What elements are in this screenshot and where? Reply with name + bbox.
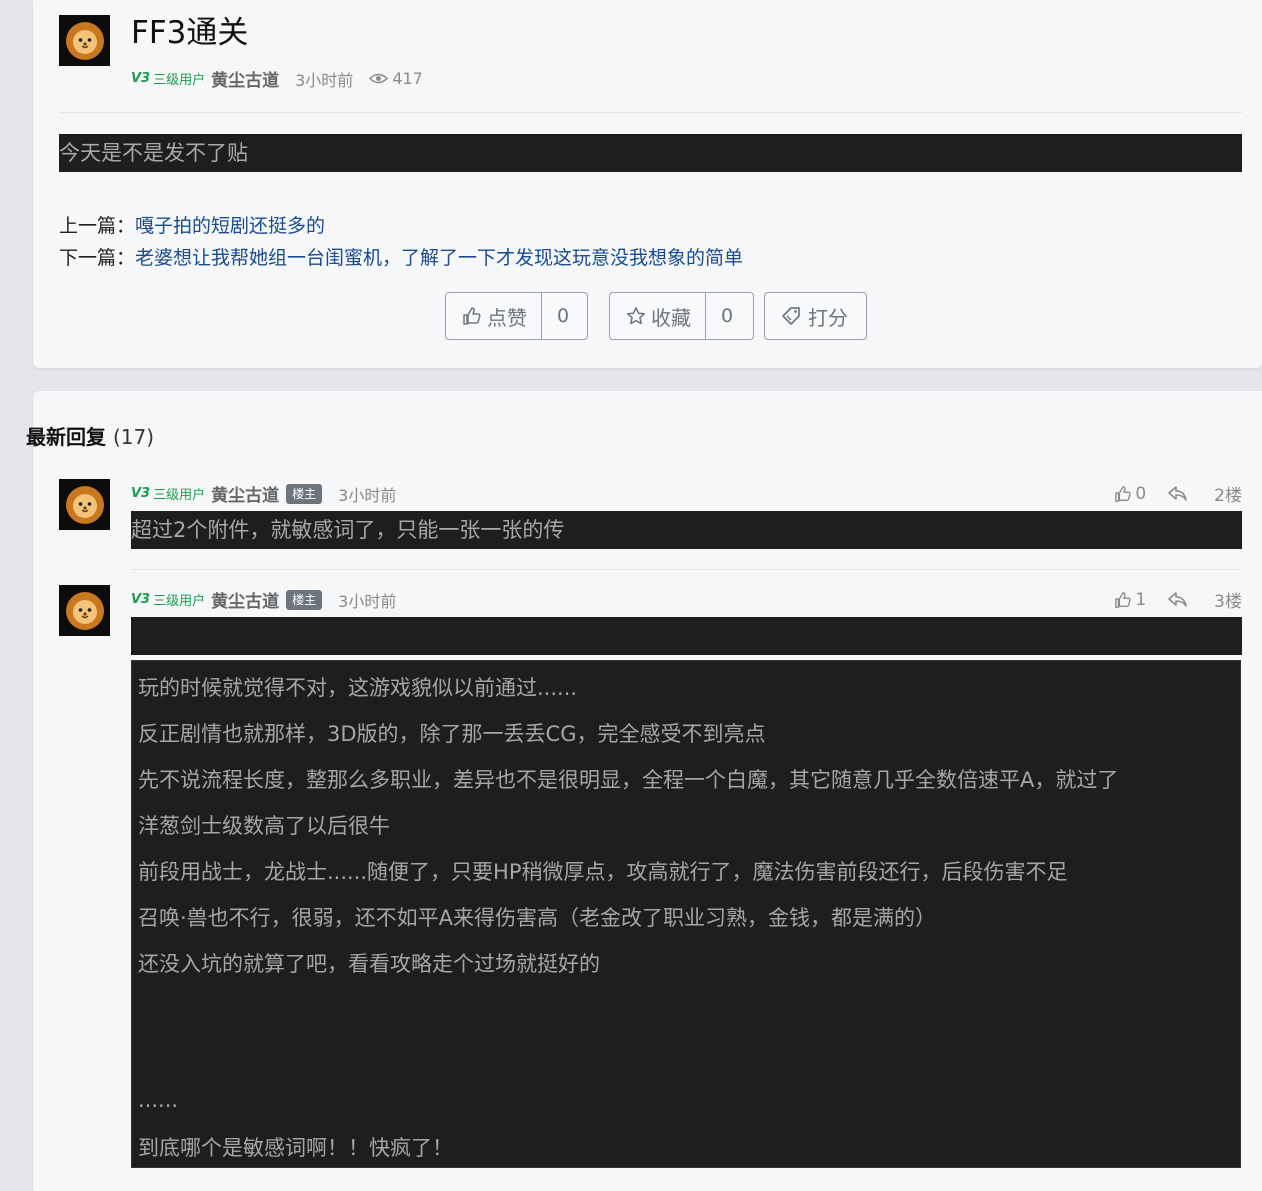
reply-avatar[interactable]: [59, 479, 110, 530]
quote-line: 洋葱剑士级数高了以后很牛: [138, 814, 390, 838]
view-count: 417: [369, 69, 423, 88]
lion-avatar-icon: [65, 485, 104, 524]
thumbs-up-icon: [463, 307, 481, 325]
reply-author-name[interactable]: 黄尘古道: [211, 587, 279, 612]
reply-avatar[interactable]: [59, 585, 110, 636]
favorite-count: 0: [705, 293, 748, 339]
floor-number: 2楼: [1214, 486, 1242, 506]
reply-content: [131, 617, 1242, 655]
post-title: FF3通关: [131, 15, 249, 51]
quote-line: ......: [138, 1088, 179, 1112]
floor-number: 3楼: [1214, 592, 1242, 612]
quote-line: 玩的时候就觉得不对，这游戏貌似以前通过......: [138, 676, 578, 700]
op-badge: 楼主: [286, 483, 323, 504]
quote-line: 到底哪个是敏感词啊！！快疯了！: [138, 1136, 453, 1160]
reply-time: 3小时前: [338, 591, 397, 611]
reply-icon[interactable]: [1168, 591, 1188, 608]
level-icon: V3: [131, 71, 151, 86]
rate-label: 打分: [808, 305, 848, 330]
reply-like-count: 1: [1135, 589, 1147, 610]
divider: [59, 112, 1242, 113]
user-level: 三级用户: [153, 488, 206, 503]
replies-title: 最新回复: [26, 425, 106, 449]
post-time: 3小时前: [295, 70, 354, 90]
view-count-value: 417: [392, 69, 423, 88]
eye-icon: [369, 73, 389, 84]
thumbs-up-icon: [1115, 591, 1132, 608]
quote-line: 还没入坑的就算了吧，看看攻略走个过场就挺好的: [138, 952, 600, 976]
favorite-button-group: 收藏 0: [609, 292, 754, 340]
author-avatar[interactable]: [59, 15, 110, 66]
reply-actions: 1 3楼: [1114, 587, 1242, 612]
reply-time: 3小时前: [338, 485, 397, 505]
reply-meta: V3 三级用户 黄尘古道 楼主 3小时前: [131, 481, 396, 506]
author-name[interactable]: 黄尘古道: [211, 66, 279, 91]
rate-button[interactable]: 打分: [765, 293, 862, 339]
reply-author-name[interactable]: 黄尘古道: [211, 481, 279, 506]
like-label: 点赞: [487, 305, 527, 330]
prev-post-link[interactable]: 嘎子拍的短剧还挺多的: [135, 215, 325, 237]
post-meta: V3 三级用户 黄尘古道 3小时前 417: [131, 66, 423, 91]
quote-line: 召唤·兽也不行，很弱，还不如平A来得伤害高（老金改了职业习熟，金钱，都是满的）: [138, 906, 937, 930]
quote-line: 前段用战士，龙战士......随便了，只要HP稍微厚点，攻高就行了，魔法伤害前段…: [138, 860, 1068, 884]
rate-button-group: 打分: [764, 292, 867, 340]
star-icon: [626, 307, 646, 325]
replies-header: 最新回复 (17): [26, 421, 154, 450]
reply-actions: 0 2楼: [1114, 481, 1242, 506]
tag-icon: [782, 307, 800, 325]
favorite-button[interactable]: 收藏: [610, 293, 705, 339]
like-button[interactable]: 点赞: [446, 293, 541, 339]
level-icon: V3: [131, 592, 151, 607]
reply-like-button[interactable]: 0: [1114, 484, 1146, 504]
next-post-link[interactable]: 老婆想让我帮她组一台闺蜜机，了解了一下才发现这玩意没我想象的简单: [135, 247, 743, 269]
reply-meta: V3 三级用户 黄尘古道 楼主 3小时前: [131, 587, 396, 612]
replies-count: (17): [112, 425, 155, 449]
like-button-group: 点赞 0: [445, 292, 588, 340]
reply-content: 超过2个附件，就敏感词了，只能一张一张的传: [131, 511, 1242, 549]
reply-like-count: 0: [1135, 483, 1147, 504]
next-post-prefix: 下一篇：: [59, 247, 136, 269]
lion-avatar-icon: [65, 21, 104, 60]
user-level: 三级用户: [153, 73, 206, 88]
reply-like-button[interactable]: 1: [1114, 590, 1146, 610]
quote-line: 先不说流程长度，整那么多职业，差异也不是很明显，全程一个白魔，其它随意几乎全数倍…: [138, 768, 1119, 792]
user-level: 三级用户: [153, 594, 206, 609]
post-content: 今天是不是发不了贴: [59, 134, 1242, 172]
level-icon: V3: [131, 486, 151, 501]
op-badge: 楼主: [286, 589, 323, 610]
next-post: 下一篇：老婆想让我帮她组一台闺蜜机，了解了一下才发现这玩意没我想象的简单: [59, 243, 743, 270]
post-card: FF3通关 V3 三级用户 黄尘古道 3小时前 417 今天是不是发不了贴 上一…: [33, 0, 1262, 368]
quote-line: 反正剧情也就那样，3D版的，除了那一丢丢CG，完全感受不到亮点: [138, 722, 766, 746]
reply-quote: 玩的时候就觉得不对，这游戏貌似以前通过...... 反正剧情也就那样，3D版的，…: [131, 660, 1241, 1168]
prev-post-prefix: 上一篇：: [59, 215, 136, 237]
divider: [131, 569, 1242, 570]
like-count: 0: [541, 293, 584, 339]
prev-post: 上一篇：嘎子拍的短剧还挺多的: [59, 211, 325, 238]
lion-avatar-icon: [65, 591, 104, 630]
reply-icon[interactable]: [1168, 485, 1188, 502]
favorite-label: 收藏: [651, 305, 691, 330]
thumbs-up-icon: [1115, 485, 1132, 502]
